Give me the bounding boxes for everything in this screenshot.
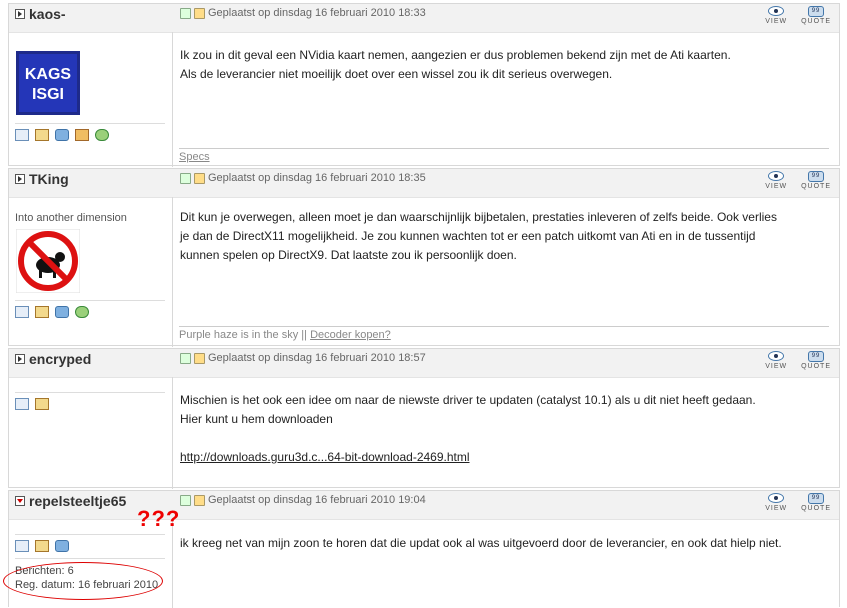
user-title: Into another dimension <box>15 212 127 224</box>
post-header: kaos- Geplaatst op dinsdag 16 februari 2… <box>9 4 839 33</box>
message-icon[interactable] <box>55 306 69 318</box>
post-icon <box>180 172 191 184</box>
message-icon[interactable] <box>55 129 69 141</box>
post-date: Geplaatst op dinsdag 16 februari 2010 19… <box>180 494 426 506</box>
quote-icon: 99 <box>808 493 825 504</box>
post-content: Dit kun je overwegen, alleen moet je dan… <box>180 210 777 262</box>
quote-button[interactable]: 99 QUOTE <box>801 351 831 370</box>
view-button[interactable]: VIEW <box>765 351 787 370</box>
signature-link[interactable]: Specs <box>179 151 210 163</box>
download-link[interactable]: http://downloads.guru3d.c...64-bit-downl… <box>180 450 470 464</box>
profile-icon[interactable] <box>15 398 29 410</box>
home-icon[interactable] <box>75 129 89 141</box>
profile-icon[interactable] <box>15 129 29 141</box>
edit-icon <box>194 352 205 364</box>
username[interactable]: encryped <box>15 351 91 367</box>
quote-icon: 99 <box>808 351 825 362</box>
view-button[interactable]: VIEW <box>765 6 787 25</box>
profile-icon[interactable] <box>15 540 29 552</box>
eye-icon <box>768 6 785 16</box>
message-icon[interactable] <box>55 540 69 552</box>
post-icon <box>180 7 191 19</box>
post: TKing Geplaatst op dinsdag 16 februari 2… <box>8 168 840 347</box>
svg-text:ISGI: ISGI <box>32 86 64 103</box>
post-header: repelsteeltje65 Geplaatst op dinsdag 16 … <box>9 491 839 520</box>
post-icon <box>180 352 191 364</box>
avatar: KAGS ISGI <box>16 51 80 115</box>
buddy-icon[interactable] <box>95 129 109 141</box>
profile-icon[interactable] <box>15 306 29 318</box>
post-date: Geplaatst op dinsdag 16 februari 2010 18… <box>180 7 426 19</box>
edit-icon <box>194 7 205 19</box>
expand-toggle-icon[interactable] <box>15 174 25 184</box>
post: encryped Geplaatst op dinsdag 16 februar… <box>8 348 840 489</box>
post-date: Geplaatst op dinsdag 16 februari 2010 18… <box>180 172 426 184</box>
signature: Specs <box>179 148 829 163</box>
buddy-icon[interactable] <box>75 306 89 318</box>
quote-button[interactable]: 99 QUOTE <box>801 6 831 25</box>
signature: Purple haze is in the sky || Decoder kop… <box>179 326 829 341</box>
quote-button[interactable]: 99 QUOTE <box>801 171 831 190</box>
gallery-icon[interactable] <box>35 398 49 410</box>
post-content: Ik zou in dit geval een NVidia kaart nem… <box>180 48 731 81</box>
post-date: Geplaatst op dinsdag 16 februari 2010 18… <box>180 352 426 364</box>
edit-icon <box>194 494 205 506</box>
gallery-icon[interactable] <box>35 540 49 552</box>
edit-icon <box>194 172 205 184</box>
post-header: encryped Geplaatst op dinsdag 16 februar… <box>9 349 839 378</box>
expand-toggle-icon[interactable] <box>15 9 25 19</box>
post: kaos- Geplaatst op dinsdag 16 februari 2… <box>8 3 840 167</box>
quote-button[interactable]: 99 QUOTE <box>801 493 831 512</box>
question-marks-annotation: ??? <box>137 506 181 531</box>
username[interactable]: TKing <box>15 171 69 187</box>
gallery-icon[interactable] <box>35 306 49 318</box>
highlight-ellipse <box>3 562 163 600</box>
quote-icon: 99 <box>808 171 825 182</box>
quote-icon: 99 <box>808 6 825 17</box>
view-button[interactable]: VIEW <box>765 493 787 512</box>
collapse-toggle-icon[interactable] <box>15 496 25 506</box>
post-icon <box>180 494 191 506</box>
signature-link[interactable]: Decoder kopen? <box>310 329 391 341</box>
post-header: TKing Geplaatst op dinsdag 16 februari 2… <box>9 169 839 198</box>
username[interactable]: repelsteeltje65 <box>15 493 126 509</box>
avatar <box>15 228 81 294</box>
post-content: Mischien is het ook een idee om naar de … <box>180 393 756 464</box>
eye-icon <box>768 351 785 361</box>
signature-text: Purple haze is in the sky || <box>179 329 307 341</box>
expand-toggle-icon[interactable] <box>15 354 25 364</box>
post-content: ik kreeg net van mijn zoon te horen dat … <box>180 536 782 550</box>
eye-icon <box>768 493 785 503</box>
view-button[interactable]: VIEW <box>765 171 787 190</box>
avatar-text: KAGS <box>25 66 72 83</box>
eye-icon <box>768 171 785 181</box>
username[interactable]: kaos- <box>15 6 66 22</box>
gallery-icon[interactable] <box>35 129 49 141</box>
user-column <box>9 377 173 489</box>
